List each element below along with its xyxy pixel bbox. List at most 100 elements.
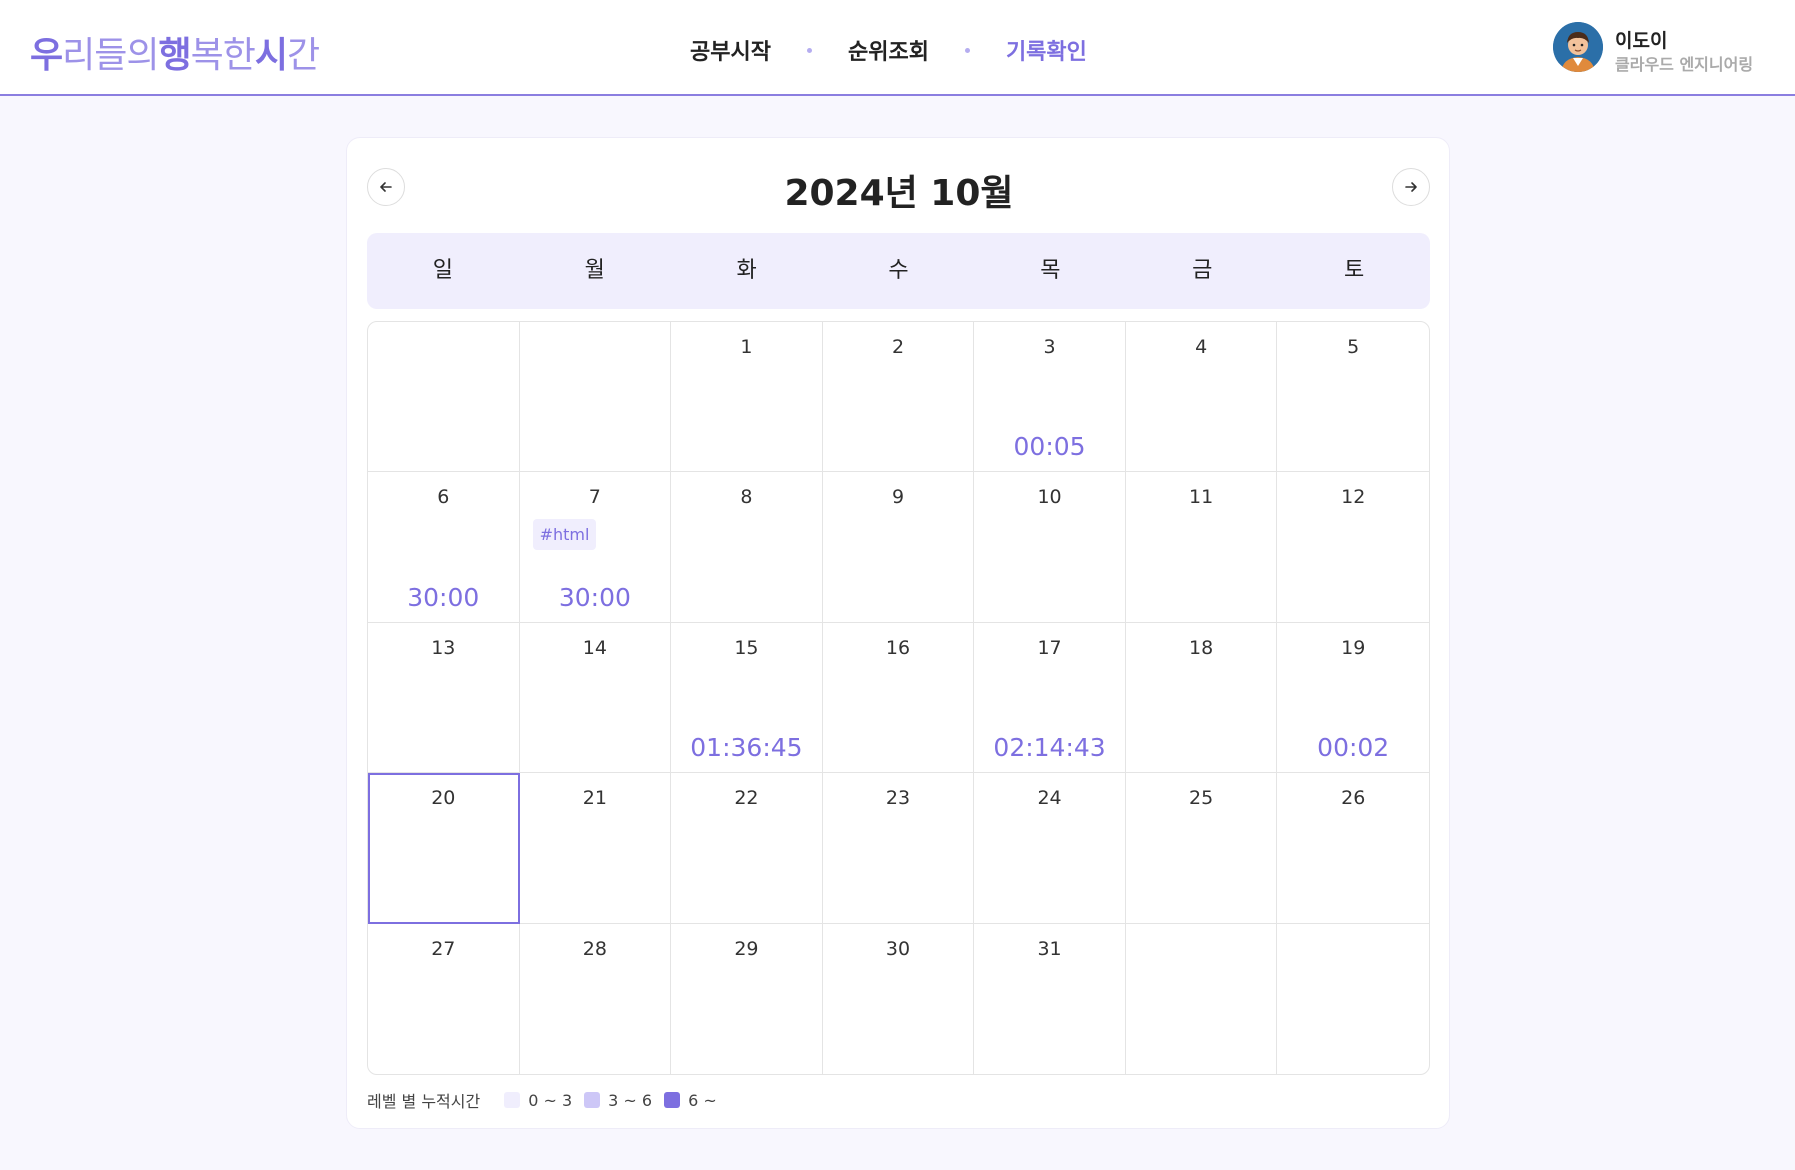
app-logo[interactable]: 우리들의행복한시간 — [30, 26, 320, 78]
day-number: 1 — [740, 336, 753, 358]
day-number: 30 — [885, 937, 911, 960]
weekday-label: 월 — [584, 258, 605, 283]
calendar-day-cell[interactable]: 3 00:05 — [974, 322, 1126, 473]
weekday-header: 일 월 화 수 목 금 토 — [367, 233, 1430, 309]
top-header: 우리들의행복한시간 공부시작 순위조회 기록확인 이도이 클라우드 엔지니어링 — [0, 0, 1795, 96]
day-number: 29 — [734, 937, 759, 960]
day-number: 26 — [1341, 787, 1366, 810]
calendar-day-cell[interactable]: 13 — [368, 622, 520, 774]
legend-label: 레벨 별 누적시간 — [367, 1092, 481, 1111]
day-number: 20 — [431, 787, 456, 810]
day-number: 25 — [1189, 787, 1214, 810]
day-number: 18 — [1189, 636, 1214, 659]
day-number: 7 — [588, 486, 601, 509]
calendar-day-cell[interactable]: 20 — [368, 773, 520, 924]
nav-separator — [964, 47, 970, 53]
day-number: 3 — [1043, 336, 1056, 358]
logo-part: 간 — [287, 35, 320, 76]
calendar-day-cell[interactable]: 24 — [974, 773, 1126, 924]
calendar-day-cell[interactable]: 29 — [671, 923, 823, 1074]
day-number: 11 — [1189, 486, 1214, 509]
nav-study-start[interactable]: 공부시작 — [690, 34, 771, 66]
day-number: 27 — [431, 937, 456, 960]
calendar-day-cell[interactable]: 10 — [974, 472, 1126, 623]
legend-swatch — [504, 1092, 521, 1108]
nav-records[interactable]: 기록확인 — [1006, 34, 1087, 66]
legend: 레벨 별 누적시간 0 ~ 3 3 ~ 6 6 ~ — [367, 1088, 729, 1112]
study-time: 01:36:45 — [690, 733, 803, 763]
day-number: 6 — [437, 486, 450, 509]
logo-part: 행 — [158, 35, 192, 76]
calendar-day-cell[interactable]: 23 — [822, 773, 975, 924]
day-number: 4 — [1195, 336, 1208, 358]
calendar-day-cell[interactable]: 26 — [1277, 773, 1429, 924]
calendar-day-cell[interactable]: 19 00:02 — [1277, 623, 1429, 774]
calendar-day-cell[interactable]: 9 — [822, 472, 975, 623]
calendar-day-cell[interactable]: 7 #html 30:00 — [519, 472, 672, 623]
calendar-day-cell[interactable]: 18 — [1125, 622, 1278, 774]
calendar-day-cell[interactable]: 2 — [822, 322, 975, 473]
calendar-day-cell[interactable]: 22 — [671, 773, 823, 924]
calendar-day-cell[interactable]: 8 — [671, 472, 823, 623]
logo-part: 우 — [30, 35, 63, 76]
calendar-empty-cell — [1126, 923, 1278, 1074]
arrow-right-icon — [1405, 182, 1417, 192]
calendar-day-cell[interactable]: 30 — [823, 923, 975, 1074]
user-organization: 클라우드 엔지니어링 — [1615, 55, 1754, 74]
calendar-day-cell[interactable]: 31 — [974, 923, 1126, 1074]
calendar-empty-cell — [1277, 924, 1429, 1074]
study-time: 30:00 — [558, 582, 631, 612]
weekday-label: 토 — [1343, 258, 1365, 283]
calendar-day-cell[interactable]: 5 — [1277, 322, 1429, 473]
calendar-empty-cell — [368, 322, 520, 473]
calendar-day-cell[interactable]: 25 — [1125, 773, 1278, 924]
study-time: 02:14:43 — [993, 733, 1106, 763]
next-month-button[interactable] — [1392, 168, 1430, 206]
legend-range: 0 ~ 3 — [528, 1090, 573, 1110]
calendar-day-cell[interactable]: 17 02:14:43 — [974, 622, 1126, 774]
legend-range: 3 ~ 6 — [608, 1090, 653, 1110]
day-number: 10 — [1037, 486, 1062, 509]
weekday-label: 수 — [888, 258, 909, 283]
calendar-card: 2024년 10월 일 월 화 수 목 금 토 1 2 3 00:05 4 5 6 30:00… — [346, 137, 1450, 1129]
study-tag[interactable]: #html — [532, 519, 597, 551]
study-time: 00:05 — [1013, 432, 1086, 462]
weekday-label: 화 — [736, 258, 757, 283]
day-number: 17 — [1037, 636, 1062, 659]
avatar-icon[interactable] — [1553, 22, 1603, 72]
day-number: 28 — [582, 937, 607, 960]
calendar-grid: 1 2 3 00:05 4 5 6 30:00 7 #html 30:00 8 9 10 11 12 13 14 1… — [367, 321, 1430, 1075]
day-number: 13 — [431, 636, 456, 659]
day-number: 31 — [1037, 937, 1062, 960]
day-number: 19 — [1341, 636, 1366, 659]
day-number: 5 — [1347, 336, 1360, 358]
study-time: 30:00 — [407, 582, 480, 612]
calendar-day-cell[interactable]: 11 — [1125, 472, 1278, 623]
calendar-day-cell[interactable]: 16 — [822, 622, 975, 774]
calendar-day-cell[interactable]: 28 — [520, 923, 672, 1074]
calendar-day-cell[interactable]: 14 — [519, 622, 672, 774]
calendar-day-cell[interactable]: 27 — [368, 923, 520, 1074]
calendar-day-cell[interactable]: 1 — [671, 322, 823, 473]
nav-ranking[interactable]: 순위조회 — [848, 34, 929, 66]
calendar-empty-cell — [519, 322, 672, 473]
month-title: 2024년 10월 — [784, 173, 1014, 214]
day-number: 8 — [740, 486, 753, 509]
main-nav: 공부시작 순위조회 기록확인 — [690, 34, 1087, 66]
user-name: 이도이 — [1615, 30, 1668, 52]
weekday-label: 목 — [1040, 258, 1061, 283]
day-number: 16 — [885, 636, 911, 659]
day-number: 22 — [734, 787, 759, 810]
day-number: 15 — [734, 636, 759, 659]
day-number: 9 — [891, 486, 905, 509]
calendar-day-cell[interactable]: 15 01:36:45 — [671, 622, 823, 774]
weekday-label: 일 — [432, 258, 454, 283]
day-number: 12 — [1341, 486, 1366, 509]
calendar-day-cell[interactable]: 6 30:00 — [368, 472, 520, 623]
legend-range: 6 ~ — [688, 1090, 717, 1110]
calendar-day-cell[interactable]: 21 — [519, 773, 672, 924]
calendar-day-cell[interactable]: 12 — [1277, 472, 1429, 623]
day-number: 21 — [582, 787, 607, 810]
calendar-day-cell[interactable]: 4 — [1125, 322, 1278, 473]
day-number: 2 — [891, 336, 905, 358]
